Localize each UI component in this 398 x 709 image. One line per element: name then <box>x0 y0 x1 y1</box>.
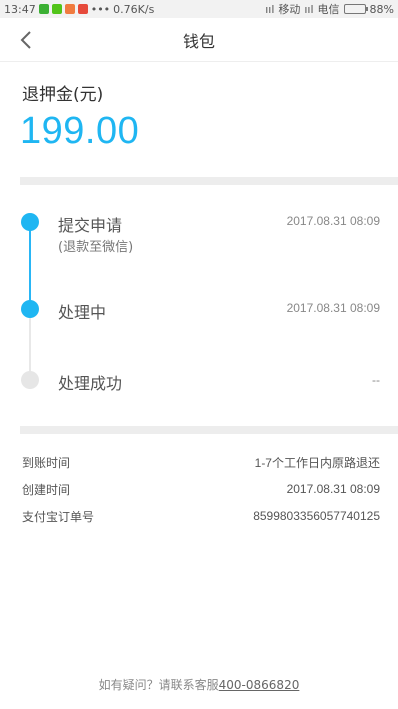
deposit-label: 退押金(元) <box>22 85 104 105</box>
timeline-step-title: 处理中 <box>58 303 107 322</box>
timeline-dot-inactive <box>21 371 39 389</box>
timeline-step-title: 处理成功 <box>58 374 123 393</box>
timeline-dot-active <box>21 300 39 318</box>
signal-icon: ııl <box>265 2 275 16</box>
info-label: 支付宝订单号 <box>22 509 95 524</box>
app-icon <box>77 4 88 14</box>
app-icon <box>51 4 62 14</box>
info-row-created: 创建时间 2017.08.31 08:09 <box>22 479 380 499</box>
section-divider <box>20 177 398 185</box>
timeline-dot-active <box>21 213 39 231</box>
battery-percent: 88% <box>369 2 394 16</box>
info-label: 到账时间 <box>22 455 71 470</box>
more-icon: ••• <box>90 2 111 16</box>
chevron-left-icon <box>20 31 31 49</box>
info-label: 创建时间 <box>22 482 71 497</box>
battery-icon <box>343 4 368 14</box>
timeline-step-time: -- <box>372 373 380 387</box>
info-value: 2017.08.31 08:09 <box>286 482 380 496</box>
section-divider <box>20 426 398 434</box>
timeline-step-subtitle: (退款至微信) <box>58 240 134 255</box>
info-value: 8599803356057740125 <box>253 509 380 523</box>
refund-timeline: 提交申请 (退款至微信) 2017.08.31 08:09 处理中 2017.0… <box>0 198 398 424</box>
page-title: 钱包 <box>182 31 215 51</box>
info-value: 1-7个工作日内原路退还 <box>254 455 380 470</box>
nav-bar: 钱包 <box>0 18 398 62</box>
timeline-connector <box>29 226 31 308</box>
signal-icon: ııl <box>304 2 314 16</box>
timeline-step-title: 提交申请 <box>58 216 123 235</box>
deposit-summary: 退押金(元) 199.00 <box>0 62 398 177</box>
wechat-icon <box>38 4 49 14</box>
timeline-step-time: 2017.08.31 08:09 <box>286 301 380 315</box>
support-text: 如有疑问？请联系客服 <box>98 678 219 692</box>
back-button[interactable] <box>12 26 40 54</box>
support-footer: 如有疑问？请联系客服400-0866820 <box>0 676 398 693</box>
deposit-amount: 199.00 <box>20 110 140 152</box>
app-icon <box>64 4 75 14</box>
status-bar: 13:47 ••• 0.76K/s ııl 移动 ııl 电信 88% <box>0 0 398 18</box>
network-speed: 0.76K/s <box>113 2 155 16</box>
support-phone-link[interactable]: 400-0866820 <box>219 678 300 692</box>
timeline-step-time: 2017.08.31 08:09 <box>286 214 380 228</box>
status-time: 13:47 <box>4 2 36 16</box>
carrier-2: 电信 <box>317 3 340 16</box>
info-row-arrival: 到账时间 1-7个工作日内原路退还 <box>22 452 380 472</box>
carrier-1: 移动 <box>278 3 301 16</box>
info-row-order: 支付宝订单号 8599803356057740125 <box>22 506 380 526</box>
